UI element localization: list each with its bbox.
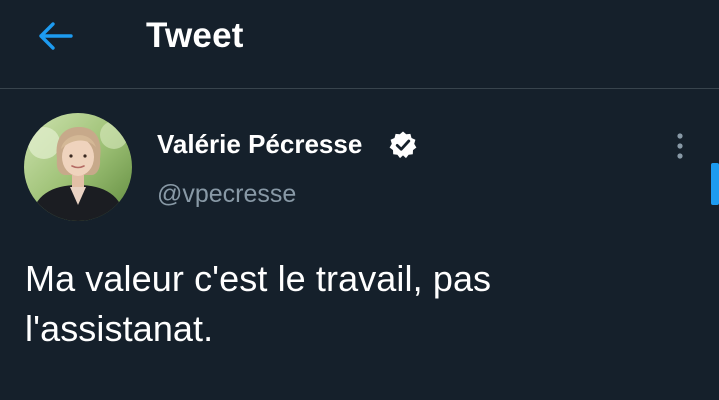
- arrow-left-icon: [37, 21, 75, 51]
- avatar[interactable]: [24, 113, 132, 221]
- tweet-text: Ma valeur c'est le travail, pas l'assist…: [25, 258, 492, 349]
- author-name[interactable]: Valérie Pécresse: [157, 128, 362, 160]
- author-handle[interactable]: @vpecresse: [157, 178, 296, 210]
- top-bar: Tweet: [0, 0, 719, 88]
- scrollbar-thumb[interactable]: [711, 163, 719, 205]
- back-button[interactable]: [30, 14, 82, 58]
- header-divider: [0, 88, 719, 89]
- verified-badge-icon: [388, 130, 418, 160]
- more-options-button[interactable]: [664, 128, 696, 164]
- page-title: Tweet: [146, 16, 244, 55]
- more-vertical-icon: [675, 132, 685, 160]
